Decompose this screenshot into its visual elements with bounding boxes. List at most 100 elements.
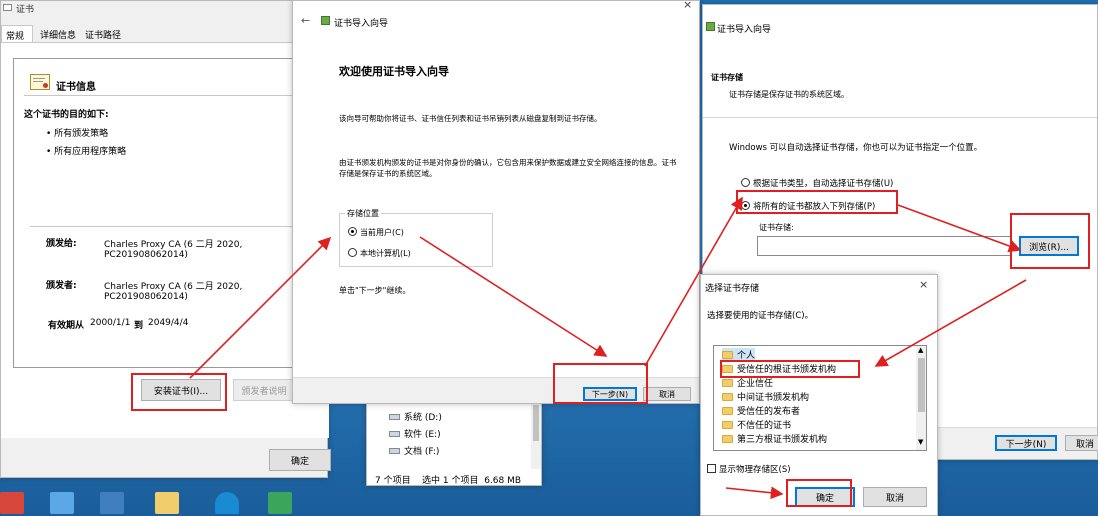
certificate-icon [30,74,50,90]
wizard2-section-desc: 证书存储是保存证书的系统区域。 [729,90,849,99]
store-location-label: 存储位置 [345,208,381,219]
wizard2-icon [706,22,715,31]
desktop-shortcut-icon[interactable] [0,492,24,514]
wizard-icon [321,16,330,25]
radio-current-user[interactable]: 当前用户(C) [348,227,404,238]
folder-icon [722,393,733,401]
close-icon[interactable]: × [683,0,692,11]
drive-icon [389,448,400,454]
radio-place-all-dot[interactable] [741,201,750,210]
wizard1-cancel-button[interactable]: 取消 [643,387,691,401]
drive-icon [389,414,400,420]
back-arrow-icon[interactable]: ← [301,14,310,27]
radio-current-user-label: 当前用户(C) [360,228,404,237]
scroll-up-icon[interactable]: ▲ [918,346,923,354]
store-tree-label: 受信任的发布者 [737,407,801,417]
store-tree-item[interactable]: 中间证书颁发机构 [722,390,809,403]
select-store-prompt: 选择要使用的证书存储(C)。 [707,311,814,321]
store-tree-item[interactable]: 个人 [722,348,756,361]
install-certificate-button[interactable]: 安装证书(I)... [141,379,221,401]
explorer-status: 7 个项目 选中 1 个项目 6.68 MB [375,476,522,486]
drive-icon [389,431,400,437]
issued-separator [30,226,310,227]
wizard2-auto-text: Windows 可以自动选择证书存储，你也可以为证书指定一个位置。 [729,143,983,153]
select-store-dialog: 选择证书存储 × 选择要使用的证书存储(C)。 个人 受信任的根证书颁发机构 企… [700,274,938,516]
wizard1-title: 证书导入向导 [334,19,389,29]
checkbox-box[interactable] [707,464,716,473]
wizard1-heading: 欢迎使用证书导入向导 [339,65,449,78]
issued-to-line2: PC201908062014) [104,250,188,260]
issued-by-line1: Charles Proxy CA (6 二月 2020, [104,282,243,292]
scrollbar-thumb[interactable] [918,358,925,412]
store-tree-item[interactable]: 不信任的证书 [722,418,791,431]
wizard1-footer [293,377,699,403]
tab-general-label: 常规 [6,32,25,42]
tab-cert-path[interactable]: 证书路径 [83,28,123,41]
desktop-shark-icon[interactable] [215,492,239,514]
desktop-folder-icon[interactable] [155,492,179,514]
drive-label: 文档 (F:) [404,447,440,457]
desktop-computer-icon[interactable] [50,492,74,514]
radio-place-all[interactable]: 将所有的证书都放入下列存储(P) [741,200,875,212]
radio-auto-select-dot[interactable] [741,178,750,187]
explorer-window: 系统 (D:) 软件 (E:) 文档 (F:) 7 个项目 选中 1 个项目 6… [366,398,542,486]
issued-to-label: 颁发给: [46,239,77,249]
store-tree[interactable]: 个人 受信任的根证书颁发机构 企业信任 中间证书颁发机构 受信任的发布者 不信任… [713,345,927,451]
tab-details[interactable]: 详细信息 [38,28,78,41]
cert-ok-button[interactable]: 确定 [269,449,331,471]
store-tree-item[interactable]: 企业信任 [722,376,773,389]
store-tree-label: 个人 [737,351,756,361]
store-tree-item[interactable]: 受信任的发布者 [722,404,800,417]
radio-place-all-label: 将所有的证书都放入下列存储(P) [753,202,876,212]
issuer-statement-button: 颁发者说明 [233,379,295,401]
wizard1-next-button[interactable]: 下一步(N) [583,387,637,401]
scrollbar-thumb[interactable] [533,405,539,441]
store-tree-label: 受信任的根证书颁发机构 [737,365,837,375]
store-location-group: 存储位置 当前用户(C) 本地计算机(L) [339,208,493,267]
store-tree-label: 企业信任 [737,379,774,389]
valid-to-word: 到 [134,321,144,331]
desktop-network-icon[interactable] [100,492,124,514]
desktop-sheet-icon[interactable] [268,492,292,514]
cert-info-separator [24,95,314,96]
radio-current-user-dot[interactable] [348,227,357,236]
scroll-down-icon[interactable]: ▼ [918,438,923,446]
valid-from-date: 2000/1/1 [90,318,131,328]
drive-item[interactable]: 系统 (D:) [389,410,442,423]
wizard2-next-button[interactable]: 下一步(N) [995,435,1057,451]
drive-item[interactable]: 软件 (E:) [389,427,441,440]
store-tree-item-trusted-root[interactable]: 受信任的根证书颁发机构 [722,362,836,375]
select-store-close-icon[interactable]: × [919,278,928,291]
continue-hint: 单击"下一步"继续。 [339,286,411,295]
radio-local-machine-dot[interactable] [348,248,357,257]
radio-auto-select-label: 根据证书类型，自动选择证书存储(U) [753,179,894,189]
drive-item[interactable]: 文档 (F:) [389,444,439,457]
certificate-window: 证书 常规 详细信息 证书路径 证书信息 这个证书的目的如下: • 所有颁发策略… [0,0,331,478]
browse-button[interactable]: 浏览(R)... [1019,236,1079,256]
tab-general[interactable]: 常规 [1,25,33,43]
drive-label: 软件 (E:) [404,430,441,440]
valid-from-label: 有效期从 [48,321,85,331]
store-tree-label: 不信任的证书 [737,421,792,431]
cert-info-heading: 证书信息 [56,82,96,93]
select-store-cancel-button[interactable]: 取消 [863,487,927,507]
wizard2-section-title: 证书存储 [711,73,743,82]
select-store-ok-button[interactable]: 确定 [795,487,855,507]
cert-info-box: 证书信息 这个证书的目的如下: • 所有颁发策略 • 所有应用程序策略 颁发给:… [13,58,325,368]
wizard2-cancel-button[interactable]: 取消 [1065,435,1098,451]
store-field[interactable] [757,236,1011,256]
store-tree-scrollbar[interactable]: ▲ ▼ [916,346,926,450]
radio-local-machine[interactable]: 本地计算机(L) [348,248,411,259]
purpose-item: • 所有应用程序策略 [46,147,127,157]
folder-icon [722,435,733,443]
folder-icon [722,379,733,387]
show-physical-checkbox[interactable]: 显示物理存储区(S) [707,463,791,475]
radio-auto-select[interactable]: 根据证书类型，自动选择证书存储(U) [741,177,893,189]
wizard1-para2: 由证书颁发机构颁发的证书是对你身份的确认，它包含用来保护数据或建立安全网络连接的… [339,158,677,178]
explorer-scrollbar[interactable] [531,399,541,469]
store-tree-item[interactable]: 第三方根证书颁发机构 [722,432,827,445]
drive-label: 系统 (D:) [404,413,442,423]
wizard2-header-separator [703,117,1097,118]
tab-details-label: 详细信息 [40,31,77,41]
folder-icon [722,351,733,359]
